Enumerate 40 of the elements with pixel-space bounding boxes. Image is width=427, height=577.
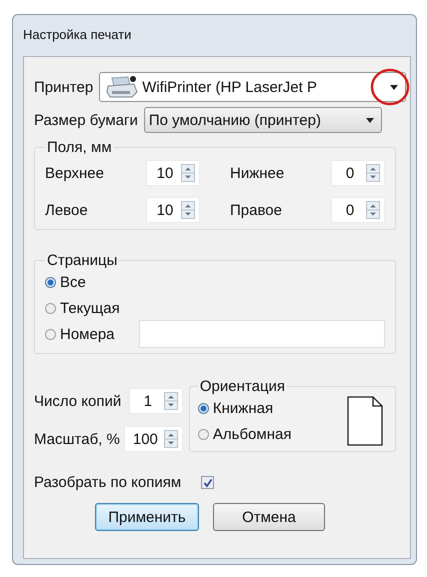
option-label: Текущая (60, 300, 120, 316)
cancel-button[interactable]: Отмена (213, 503, 325, 531)
option-label: Номера (60, 326, 115, 342)
radio-button[interactable] (198, 428, 209, 440)
field-label: Верхнее (45, 164, 104, 182)
page-icon (347, 396, 383, 446)
checkbox-label: Разобрать по копиям (34, 474, 182, 491)
radio-button[interactable] (45, 302, 56, 314)
field-label: Размер бумаги (34, 112, 138, 128)
field-label: Принтер (34, 78, 94, 96)
option-label: Книжная (212, 400, 274, 416)
apply-button[interactable]: Применить (95, 503, 199, 531)
group-title: Страницы (46, 252, 118, 269)
highlight-circle (370, 67, 410, 107)
number-spinner[interactable]: 10 (146, 197, 200, 223)
option-label: Альбомная (212, 426, 292, 442)
checkbox[interactable] (201, 476, 214, 489)
field-label: Масштаб, % (34, 430, 120, 448)
option-label: Все (60, 274, 86, 290)
field-label: Нижнее (230, 164, 284, 182)
number-spinner[interactable]: 0 (331, 197, 385, 223)
group-title: Ориентация (198, 378, 286, 395)
number-spinner[interactable]: 1 (128, 388, 183, 414)
radio-button[interactable] (45, 328, 56, 340)
field-label: Число копий (34, 392, 122, 410)
page-numbers-field[interactable] (138, 320, 385, 348)
field-label: Правое (230, 202, 282, 218)
radio-button[interactable] (198, 402, 209, 414)
group-title: Поля, мм (46, 139, 113, 156)
printer-dropdown[interactable]: WifiPrinter (HP LaserJet P (99, 72, 406, 102)
printer-icon (106, 76, 138, 98)
number-spinner[interactable]: 100 (124, 426, 183, 452)
caret-icon (390, 85, 398, 90)
field-label: Левое (45, 202, 88, 218)
radio-button[interactable] (45, 276, 56, 288)
number-spinner[interactable]: 10 (146, 160, 200, 186)
window-title: Настройка печати (23, 26, 132, 44)
paper-size-dropdown[interactable]: По умолчанию (принтер) (144, 107, 382, 133)
number-spinner[interactable]: 0 (331, 160, 385, 186)
caret-icon (366, 118, 374, 123)
